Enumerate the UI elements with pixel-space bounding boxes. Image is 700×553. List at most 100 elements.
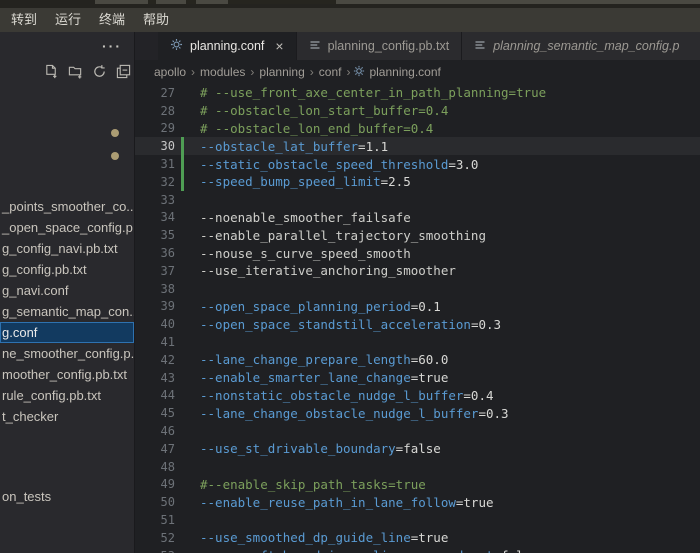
titlebar-fragment	[228, 0, 336, 4]
code-line[interactable]: 49 #--enable_skip_path_tasks=true	[135, 476, 700, 494]
code-line[interactable]: 30 --obstacle_lat_buffer=1.1	[135, 137, 700, 155]
code-line[interactable]: 34 --noenable_smoother_failsafe	[135, 209, 700, 227]
editor-tab[interactable]: planning_config.pb.txt	[297, 32, 463, 60]
code-line[interactable]: 43 --enable_smarter_lane_change=true	[135, 369, 700, 387]
code-token: =true	[456, 495, 494, 510]
code-line[interactable]: 42 --lane_change_prepare_length=60.0	[135, 351, 700, 369]
code-line-text: --noenable_smoother_failsafe	[200, 210, 411, 225]
code-line[interactable]: 39 --open_space_planning_period=0.1	[135, 298, 700, 316]
code-line[interactable]: 51	[135, 511, 700, 529]
file-tree-item[interactable]: g_config_navi.pb.txt	[0, 238, 134, 259]
modified-gutter-bar	[181, 476, 184, 494]
code-line[interactable]: 41	[135, 333, 700, 351]
file-tree-item[interactable]: g_navi.conf	[0, 280, 134, 301]
chevron-right-icon: ›	[188, 65, 198, 79]
file-tree-item[interactable]: _points_smoother_co...	[0, 196, 134, 217]
menu-item[interactable]: 转到	[2, 8, 46, 32]
code-line[interactable]: 27 # --use_front_axe_center_in_path_plan…	[135, 84, 700, 102]
code-line[interactable]: 31 --static_obstacle_speed_threshold=3.0	[135, 155, 700, 173]
code-line-text: --lane_change_prepare_length=60.0	[200, 352, 448, 367]
code-line[interactable]: 40 --open_space_standstill_acceleration=…	[135, 315, 700, 333]
file-tree-item[interactable]: ne_smoother_config.p...	[0, 343, 134, 364]
modified-gutter-bar	[181, 102, 184, 120]
more-actions-button[interactable]: ···	[96, 38, 128, 54]
code-line-text: --enable_smarter_lane_change=true	[200, 370, 448, 385]
modified-gutter-bar	[181, 137, 184, 155]
line-number: 53	[135, 549, 175, 553]
close-icon[interactable]: ×	[275, 39, 283, 53]
line-number: 35	[135, 228, 175, 242]
file-tree-item[interactable]: g_semantic_map_con...	[0, 301, 134, 322]
code-line[interactable]: 32 --speed_bump_speed_limit=2.5	[135, 173, 700, 191]
modified-gutter-bar	[181, 84, 184, 102]
breadcrumb-item[interactable]: modules	[198, 65, 247, 79]
code-token: --lane_change_obstacle_nudge_l_buffer	[200, 406, 478, 421]
line-number: 50	[135, 495, 175, 509]
new-folder-icon[interactable]	[68, 64, 83, 79]
code-line[interactable]: 29 # --obstacle_lon_end_buffer=0.4	[135, 120, 700, 138]
code-line-text: --static_obstacle_speed_threshold=3.0	[200, 157, 478, 172]
breadcrumb: apollo › modules › planning › conf › pla…	[135, 60, 700, 84]
code-line[interactable]: 45 --lane_change_obstacle_nudge_l_buffer…	[135, 404, 700, 422]
file-tree-item[interactable]: on_tests	[0, 486, 134, 507]
breadcrumb-file-label: planning.conf	[369, 65, 440, 79]
code-token: --lane_change_prepare_length	[200, 352, 411, 367]
breadcrumb-item[interactable]: conf	[317, 65, 344, 79]
file-tree-item[interactable]: g_config.pb.txt	[0, 259, 134, 280]
breadcrumb-item[interactable]: apollo	[152, 65, 188, 79]
code-line[interactable]: 38	[135, 280, 700, 298]
line-number: 47	[135, 442, 175, 456]
menu-item[interactable]: 终端	[90, 8, 134, 32]
code-line[interactable]: 53 --use_soft_bound_in_nonlinear_speed_o…	[135, 547, 700, 553]
modified-gutter-bar	[181, 493, 184, 511]
line-number: 42	[135, 353, 175, 367]
code-token: --speed_bump_speed_limit	[200, 174, 381, 189]
code-line[interactable]: 35 --enable_parallel_trajectory_smoothin…	[135, 226, 700, 244]
code-token: --nouse_s_curve_speed_smooth	[200, 246, 411, 261]
file-tree-item[interactable]: moother_config.pb.txt	[0, 364, 134, 385]
code-editor[interactable]: 27 # --use_front_axe_center_in_path_plan…	[135, 84, 700, 553]
collapse-all-icon[interactable]	[116, 64, 131, 79]
menu-item[interactable]: 运行	[46, 8, 90, 32]
modified-gutter-bar	[181, 440, 184, 458]
editor-tab[interactable]: planning_semantic_map_config.p	[462, 32, 700, 60]
line-number: 28	[135, 104, 175, 118]
modified-gutter-bar	[181, 422, 184, 440]
file-tree-item[interactable]: _open_space_config.p...	[0, 217, 134, 238]
code-line[interactable]: 33	[135, 191, 700, 209]
code-line[interactable]: 28 # --obstacle_lon_start_buffer=0.4	[135, 102, 700, 120]
explorer-sidebar: ···	[0, 32, 135, 553]
line-number: 51	[135, 513, 175, 527]
new-file-icon[interactable]	[44, 64, 59, 79]
file-tree-item[interactable]: rule_config.pb.txt	[0, 385, 134, 406]
editor-tab[interactable]: planning.conf ×	[158, 32, 297, 60]
refresh-icon[interactable]	[92, 64, 107, 79]
code-token: =60.0	[411, 352, 449, 367]
modified-gutter-bar	[181, 511, 184, 529]
code-line[interactable]: 46	[135, 422, 700, 440]
code-token: =false	[396, 441, 441, 456]
code-line[interactable]: 36 --nouse_s_curve_speed_smooth	[135, 244, 700, 262]
line-number: 39	[135, 299, 175, 313]
menu-item[interactable]: 帮助	[134, 8, 178, 32]
code-line-text: --use_soft_bound_in_nonlinear_speed_opt=…	[200, 548, 539, 553]
chevron-right-icon: ›	[307, 65, 317, 79]
code-line[interactable]: 52 --use_smoothed_dp_guide_line=true	[135, 529, 700, 547]
breadcrumb-file[interactable]: planning.conf	[353, 65, 440, 80]
line-number: 29	[135, 121, 175, 135]
sidebar-dot-indicator	[111, 129, 119, 137]
file-tree-item[interactable]: t_checker	[0, 406, 134, 427]
breadcrumb-item[interactable]: planning	[257, 65, 306, 79]
line-number: 27	[135, 86, 175, 100]
line-number: 32	[135, 175, 175, 189]
code-line[interactable]: 47 --use_st_drivable_boundary=false	[135, 440, 700, 458]
code-line[interactable]: 44 --nonstatic_obstacle_nudge_l_buffer=0…	[135, 387, 700, 405]
code-line-text: --nouse_s_curve_speed_smooth	[200, 246, 411, 261]
line-number: 40	[135, 317, 175, 331]
code-token: =0.1	[411, 299, 441, 314]
file-tree-item[interactable]: g.conf	[0, 322, 134, 343]
code-line[interactable]: 48	[135, 458, 700, 476]
code-line[interactable]: 37 --use_iterative_anchoring_smoother	[135, 262, 700, 280]
code-token: #--enable_skip_path_tasks=true	[200, 477, 426, 492]
code-line[interactable]: 50 --enable_reuse_path_in_lane_follow=tr…	[135, 493, 700, 511]
